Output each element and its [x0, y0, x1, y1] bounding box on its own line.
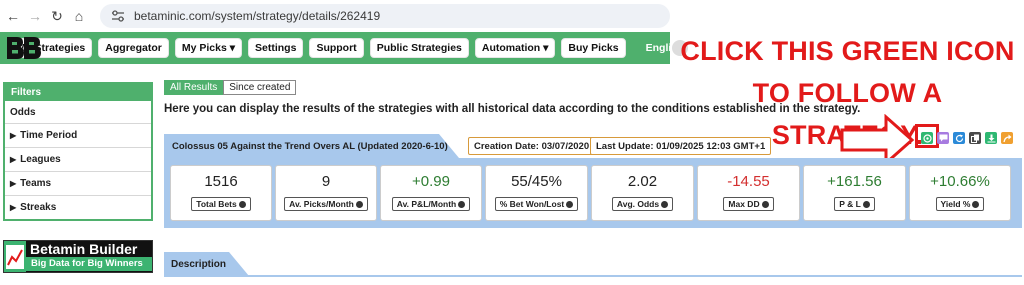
copy-button[interactable]: [969, 132, 981, 144]
share-icon: [1002, 134, 1011, 142]
filter-label: Leagues: [20, 154, 61, 165]
stat-label[interactable]: % Bet Won/Lost: [494, 197, 579, 211]
stat-card: +10.66% Yield %: [909, 165, 1011, 221]
stat-label-text: Av. Picks/Month: [289, 199, 354, 209]
results-tabs: All Results Since created: [164, 80, 297, 95]
stat-value: 55/45%: [511, 173, 562, 190]
stat-label-text: Total Bets: [196, 199, 237, 209]
stat-label[interactable]: Avg. Odds: [611, 197, 674, 211]
filter-label: Odds: [10, 106, 36, 118]
stat-card: +0.99 Av. P&L/Month: [380, 165, 482, 221]
back-icon[interactable]: ←: [2, 5, 24, 27]
refresh-icon: [955, 134, 963, 142]
stat-card: 2.02 Avg. Odds: [591, 165, 694, 221]
chart-icon: [4, 241, 26, 272]
stat-label-text: Avg. Odds: [616, 199, 660, 209]
info-icon[interactable]: [972, 201, 980, 209]
stat-label-text: Max DD: [728, 199, 760, 209]
last-update-badge: Last Update: 01/09/2025 12:03 GMT+1: [590, 137, 772, 155]
filter-streaks[interactable]: ▶ Streaks: [5, 195, 151, 219]
intro-text: Here you can display the results of the …: [164, 103, 861, 115]
copy-icon: [970, 134, 979, 143]
statistics-panel: 1516 Total Bets 9 Av. Picks/Month +0.99 Av. P…: [164, 158, 1022, 228]
stat-label-text: Av. P&L/Month: [396, 199, 457, 209]
expand-triangle-icon: ▶: [10, 131, 17, 140]
refresh-button[interactable]: [953, 132, 965, 144]
stat-card: +161.56 P & L: [803, 165, 906, 221]
comment-icon: [939, 134, 947, 142]
strategy-title: Colossus 05 Against the Trend Overs AL (…: [164, 134, 459, 158]
betamin-builder-banner[interactable]: Betamin Builder Big Data for Big Winners: [3, 240, 153, 273]
menu-my-picks[interactable]: My Picks ▾: [174, 38, 243, 58]
stat-card: 9 Av. Picks/Month: [275, 165, 377, 221]
filter-label: Teams: [20, 178, 52, 189]
stat-value: 2.02: [627, 173, 658, 190]
message-button[interactable]: [937, 132, 949, 144]
stat-value: +161.56: [827, 173, 882, 190]
stat-value: +10.66%: [930, 173, 990, 190]
stat-value: 9: [321, 173, 331, 190]
forward-icon[interactable]: →: [24, 5, 46, 27]
filters-title: Filters: [5, 84, 151, 101]
stat-card: 55/45% % Bet Won/Lost: [485, 165, 588, 221]
menu-buy-picks[interactable]: Buy Picks: [561, 38, 626, 58]
description-divider: [164, 275, 1022, 277]
description-section: Description: [164, 252, 1022, 277]
info-icon[interactable]: [862, 201, 870, 209]
info-icon[interactable]: [355, 201, 363, 209]
info-icon[interactable]: [458, 201, 466, 209]
stat-value: +0.99: [412, 173, 450, 190]
site-settings-icon[interactable]: [110, 8, 126, 24]
builder-title: Betamin Builder: [30, 241, 138, 257]
filters-panel: Filters Odds ▶ Time Period ▶ Leagues ▶ Team…: [3, 82, 153, 221]
follow-icon: [922, 133, 932, 143]
stat-value: -14.55: [727, 173, 770, 190]
expand-triangle-icon: ▶: [10, 179, 17, 188]
download-icon: [987, 134, 995, 142]
info-icon[interactable]: [761, 201, 769, 209]
stat-label-text: P & L: [839, 199, 861, 209]
info-icon[interactable]: [661, 201, 669, 209]
stat-label[interactable]: Av. P&L/Month: [391, 197, 471, 211]
creation-date-badge: Creation Date: 03/07/2020: [468, 137, 596, 155]
menu-automation[interactable]: Automation ▾: [474, 38, 556, 58]
menu-settings[interactable]: Settings: [248, 38, 304, 58]
filter-label: Streaks: [20, 202, 57, 213]
stat-label-text: % Bet Won/Lost: [499, 199, 565, 209]
builder-tagline: Big Data for Big Winners: [26, 257, 152, 271]
follow-button[interactable]: [921, 132, 933, 144]
address-bar[interactable]: betaminic.com/system/strategy/details/26…: [100, 4, 670, 28]
tab-all-results[interactable]: All Results: [164, 80, 224, 95]
tab-since-created[interactable]: Since created: [223, 80, 297, 95]
filter-time-period[interactable]: ▶ Time Period: [5, 123, 151, 147]
stat-label[interactable]: Total Bets: [191, 197, 251, 211]
download-button[interactable]: [985, 132, 997, 144]
stat-label-text: Yield %: [940, 199, 971, 209]
expand-triangle-icon: ▶: [10, 155, 17, 164]
home-icon[interactable]: ⌂: [68, 5, 90, 27]
description-title: Description: [164, 252, 249, 276]
menu-support[interactable]: Support: [309, 38, 364, 58]
url-text: betaminic.com/system/strategy/details/26…: [134, 9, 381, 23]
menu-public-strategies[interactable]: Public Strategies: [369, 38, 469, 58]
stat-label[interactable]: Yield %: [935, 197, 985, 211]
site-menu-bar: My Strategies Aggregator My Picks ▾ Sett…: [0, 32, 688, 64]
filter-teams[interactable]: ▶ Teams: [5, 171, 151, 195]
stat-value: 1516: [204, 173, 238, 190]
share-button[interactable]: [1001, 132, 1013, 144]
info-icon[interactable]: [566, 201, 574, 209]
expand-triangle-icon: ▶: [10, 203, 17, 212]
stat-label[interactable]: Max DD: [723, 197, 774, 211]
menu-aggregator[interactable]: Aggregator: [98, 38, 169, 58]
info-icon[interactable]: [238, 201, 246, 209]
filter-odds[interactable]: Odds: [5, 101, 151, 123]
stat-label[interactable]: P & L: [834, 197, 875, 211]
filter-leagues[interactable]: ▶ Leagues: [5, 147, 151, 171]
stat-card: -14.55 Max DD: [697, 165, 800, 221]
callout-line-1: CLICK THIS GREEN ICON: [680, 36, 1015, 66]
stat-card: 1516 Total Bets: [170, 165, 272, 221]
stat-label[interactable]: Av. Picks/Month: [284, 197, 368, 211]
reload-icon[interactable]: ↻: [46, 5, 68, 27]
filter-label: Time Period: [20, 130, 78, 141]
